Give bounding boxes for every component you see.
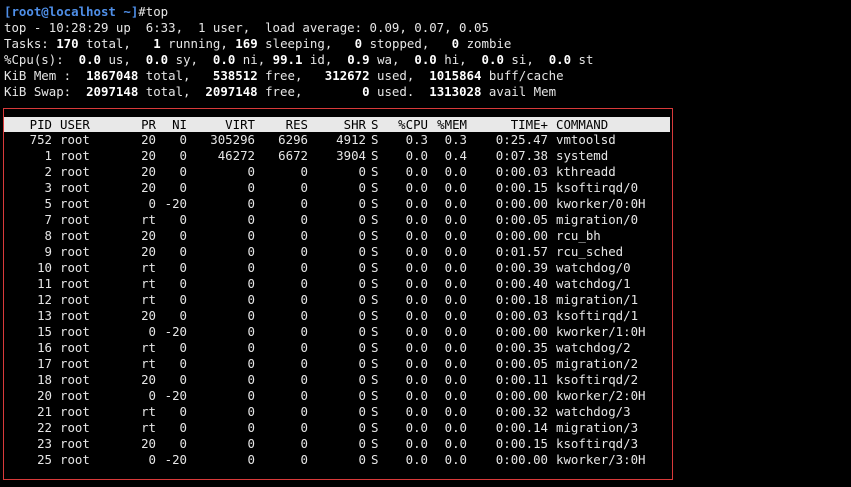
shell-prompt: [root@localhost ~] xyxy=(4,4,139,19)
uptime-line: top - 10:28:29 up 6:33, 1 user, load ave… xyxy=(4,20,489,35)
prompt-symbol: # xyxy=(138,4,146,19)
cpu-line: %Cpu(s): 0.0 us, 0.0 sy, 0.0 ni, 99.1 id… xyxy=(4,52,594,67)
tasks-running: 1 xyxy=(153,36,161,51)
terminal-window[interactable]: [root@localhost ~]#top top - 10:28:29 up… xyxy=(0,0,851,487)
tasks-line: Tasks: 170 total, 1 running, 169 sleepin… xyxy=(4,36,512,51)
highlight-frame xyxy=(3,108,673,480)
mem-line: KiB Mem : 1867048 total, 538512 free, 31… xyxy=(4,68,564,83)
tasks-total: 170 xyxy=(56,36,79,51)
typed-command: top xyxy=(145,4,169,19)
tasks-sleeping: 169 xyxy=(235,36,258,51)
command-line: [root@localhost ~]#top xyxy=(4,4,168,20)
swap-line: KiB Swap: 2097148 total, 2097148 free, 0… xyxy=(4,84,557,99)
